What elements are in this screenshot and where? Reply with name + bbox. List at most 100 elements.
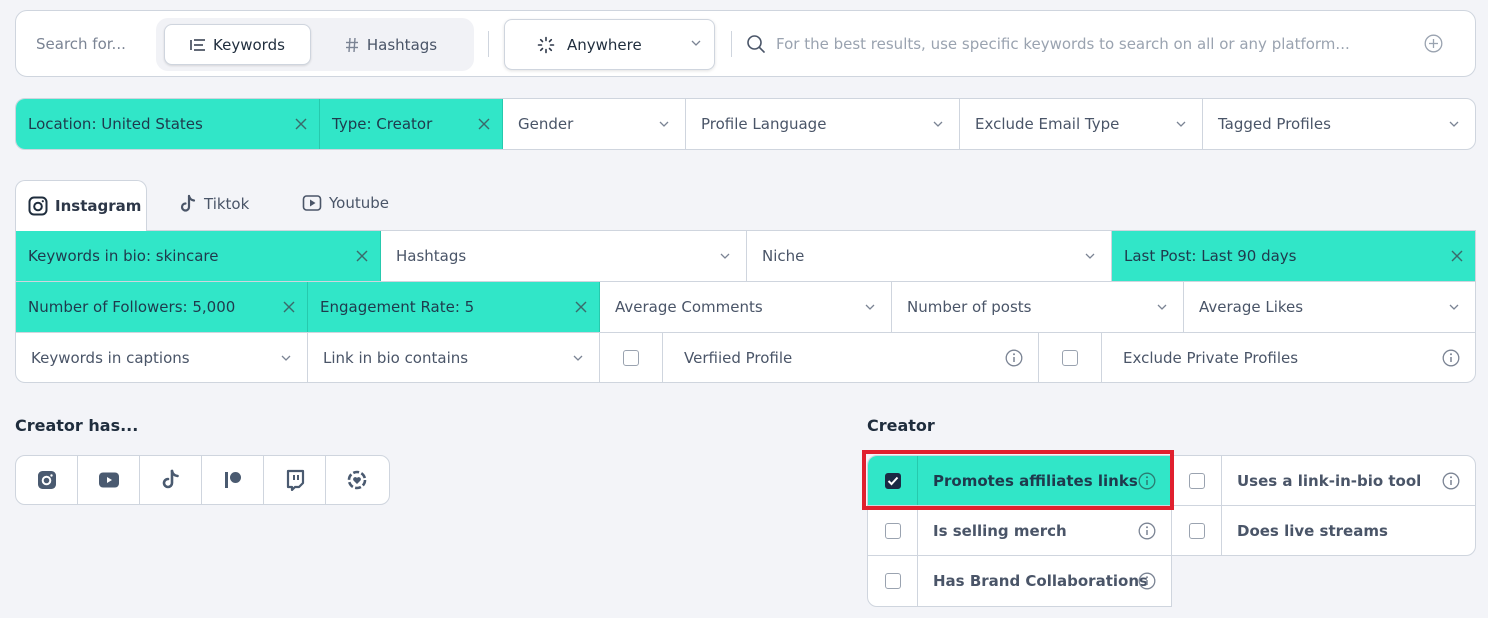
twitch-icon xyxy=(285,469,305,491)
option-label: Uses a link-in-bio tool xyxy=(1237,471,1422,490)
creator-option-live-streams[interactable]: Does live streams xyxy=(1172,506,1475,555)
filter-label: Profile Language xyxy=(701,115,827,133)
close-icon[interactable] xyxy=(295,118,307,130)
tab-label: Youtube xyxy=(329,194,389,212)
chevron-down-icon xyxy=(1448,118,1460,130)
filter-verified-profile[interactable]: Verfiied Profile xyxy=(663,333,1039,382)
close-icon[interactable] xyxy=(575,301,587,313)
filter-label: Average Likes xyxy=(1199,298,1304,316)
close-icon[interactable] xyxy=(478,118,490,130)
keywords-mode-button[interactable]: Keywords xyxy=(164,24,311,65)
chevron-down-icon xyxy=(658,118,670,130)
instagram-icon xyxy=(28,196,48,216)
search-input-wrapper xyxy=(746,25,1426,63)
creator-option-brand-collaborations[interactable]: Has Brand Collaborations xyxy=(868,556,1171,606)
filter-label: Keywords in captions xyxy=(31,349,190,367)
patreon-icon xyxy=(223,470,243,490)
info-icon[interactable] xyxy=(1138,572,1156,590)
link-in-bio-tool-checkbox[interactable] xyxy=(1188,472,1205,489)
info-icon[interactable] xyxy=(1442,349,1460,367)
chevron-down-icon xyxy=(719,250,731,262)
creator-has-onlyfans[interactable] xyxy=(326,456,388,504)
creator-options-right: Uses a link-in-bio tool Does live stream… xyxy=(1171,455,1476,556)
search-scope-dropdown[interactable]: Anywhere xyxy=(504,19,715,70)
verified-profile-checkbox-cell[interactable] xyxy=(600,333,663,382)
brand-collaborations-checkbox[interactable] xyxy=(884,573,901,589)
checkbox-cell[interactable] xyxy=(1172,506,1222,555)
live-streams-checkbox[interactable] xyxy=(1188,523,1205,539)
checkbox-cell[interactable] xyxy=(868,506,918,555)
youtube-icon xyxy=(302,194,322,212)
chevron-down-icon xyxy=(1448,301,1460,313)
option-label-cell[interactable]: Does live streams xyxy=(1222,506,1475,555)
hashtags-mode-button[interactable]: Hashtags xyxy=(326,24,456,65)
filter-gender[interactable]: Gender xyxy=(503,99,686,149)
close-icon[interactable] xyxy=(1451,250,1463,262)
creator-has-instagram[interactable] xyxy=(16,456,78,504)
filter-label: Last Post: Last 90 days xyxy=(1124,247,1297,265)
filter-average-comments[interactable]: Average Comments xyxy=(600,282,892,332)
close-icon[interactable] xyxy=(356,250,368,262)
platform-filters-row: Keywords in bio: skincare Hashtags Niche… xyxy=(16,231,1475,282)
youtube-icon xyxy=(98,471,120,489)
filter-number-of-posts[interactable]: Number of posts xyxy=(892,282,1184,332)
filter-hashtags[interactable]: Hashtags xyxy=(381,231,747,281)
filter-profile-language[interactable]: Profile Language xyxy=(686,99,960,149)
filter-tagged-profiles[interactable]: Tagged Profiles xyxy=(1203,99,1475,149)
tab-youtube[interactable]: Youtube xyxy=(302,194,389,212)
creator-has-youtube[interactable] xyxy=(78,456,140,504)
exclude-private-profiles-checkbox[interactable] xyxy=(1062,350,1078,366)
checkbox-cell[interactable] xyxy=(868,556,918,606)
chevron-down-icon xyxy=(1156,301,1168,313)
platform-filters-row: Keywords in captions Link in bio contain… xyxy=(16,333,1475,382)
keywords-mode-label: Keywords xyxy=(213,35,285,54)
filter-exclude-email-type[interactable]: Exclude Email Type xyxy=(960,99,1203,149)
tab-tiktok[interactable]: Tiktok xyxy=(178,194,249,214)
search-icon xyxy=(746,34,766,54)
verified-profile-checkbox[interactable] xyxy=(623,350,639,366)
filter-engagement-rate[interactable]: Engagement Rate: 5 xyxy=(308,282,600,332)
info-icon[interactable] xyxy=(1138,522,1156,540)
creator-option-promotes-affiliates[interactable]: Promotes affiliates links xyxy=(868,456,1171,506)
general-filters-row: Location: United States Type: Creator Ge… xyxy=(15,98,1476,150)
checkbox-cell[interactable] xyxy=(868,456,918,505)
creator-has-twitch[interactable] xyxy=(264,456,326,504)
filter-keywords-in-captions[interactable]: Keywords in captions xyxy=(16,333,308,382)
promotes-affiliates-checkbox[interactable] xyxy=(884,472,901,489)
filter-label: Average Comments xyxy=(615,298,763,316)
check-icon xyxy=(887,476,898,485)
tab-instagram[interactable]: Instagram xyxy=(15,180,147,231)
filter-keywords-in-bio[interactable]: Keywords in bio: skincare xyxy=(16,231,381,281)
divider xyxy=(488,31,489,57)
info-icon[interactable] xyxy=(1138,472,1156,490)
instagram-icon xyxy=(37,470,57,490)
creator-has-tiktok[interactable] xyxy=(140,456,202,504)
option-label-cell[interactable]: Uses a link-in-bio tool xyxy=(1222,456,1475,505)
filter-average-likes[interactable]: Average Likes xyxy=(1184,282,1475,332)
creator-option-link-in-bio-tool[interactable]: Uses a link-in-bio tool xyxy=(1172,456,1475,506)
filter-label: Engagement Rate: 5 xyxy=(320,298,475,316)
add-circle-icon[interactable] xyxy=(1424,34,1443,53)
filter-exclude-private-profiles[interactable]: Exclude Private Profiles xyxy=(1102,333,1475,382)
creator-has-patreon[interactable] xyxy=(202,456,264,504)
filter-type[interactable]: Type: Creator xyxy=(320,99,503,149)
filter-label: Exclude Private Profiles xyxy=(1123,349,1299,367)
filter-link-in-bio-contains[interactable]: Link in bio contains xyxy=(308,333,600,382)
option-label-cell[interactable]: Is selling merch xyxy=(918,506,1171,555)
filter-niche[interactable]: Niche xyxy=(747,231,1112,281)
creator-option-selling-merch[interactable]: Is selling merch xyxy=(868,506,1171,556)
info-icon[interactable] xyxy=(1442,472,1460,490)
checkbox-cell[interactable] xyxy=(1172,456,1222,505)
filter-number-of-followers[interactable]: Number of Followers: 5,000 xyxy=(16,282,308,332)
filter-label: Number of posts xyxy=(907,298,1032,316)
tab-label: Instagram xyxy=(55,197,142,215)
selling-merch-checkbox[interactable] xyxy=(884,522,901,539)
info-icon[interactable] xyxy=(1005,349,1023,367)
filter-last-post[interactable]: Last Post: Last 90 days xyxy=(1112,231,1475,281)
option-label-cell[interactable]: Promotes affiliates links xyxy=(918,456,1171,505)
exclude-private-checkbox-cell[interactable] xyxy=(1039,333,1102,382)
close-icon[interactable] xyxy=(283,301,295,313)
search-input[interactable] xyxy=(776,35,1396,53)
filter-location[interactable]: Location: United States xyxy=(16,99,320,149)
option-label-cell[interactable]: Has Brand Collaborations xyxy=(918,556,1171,606)
